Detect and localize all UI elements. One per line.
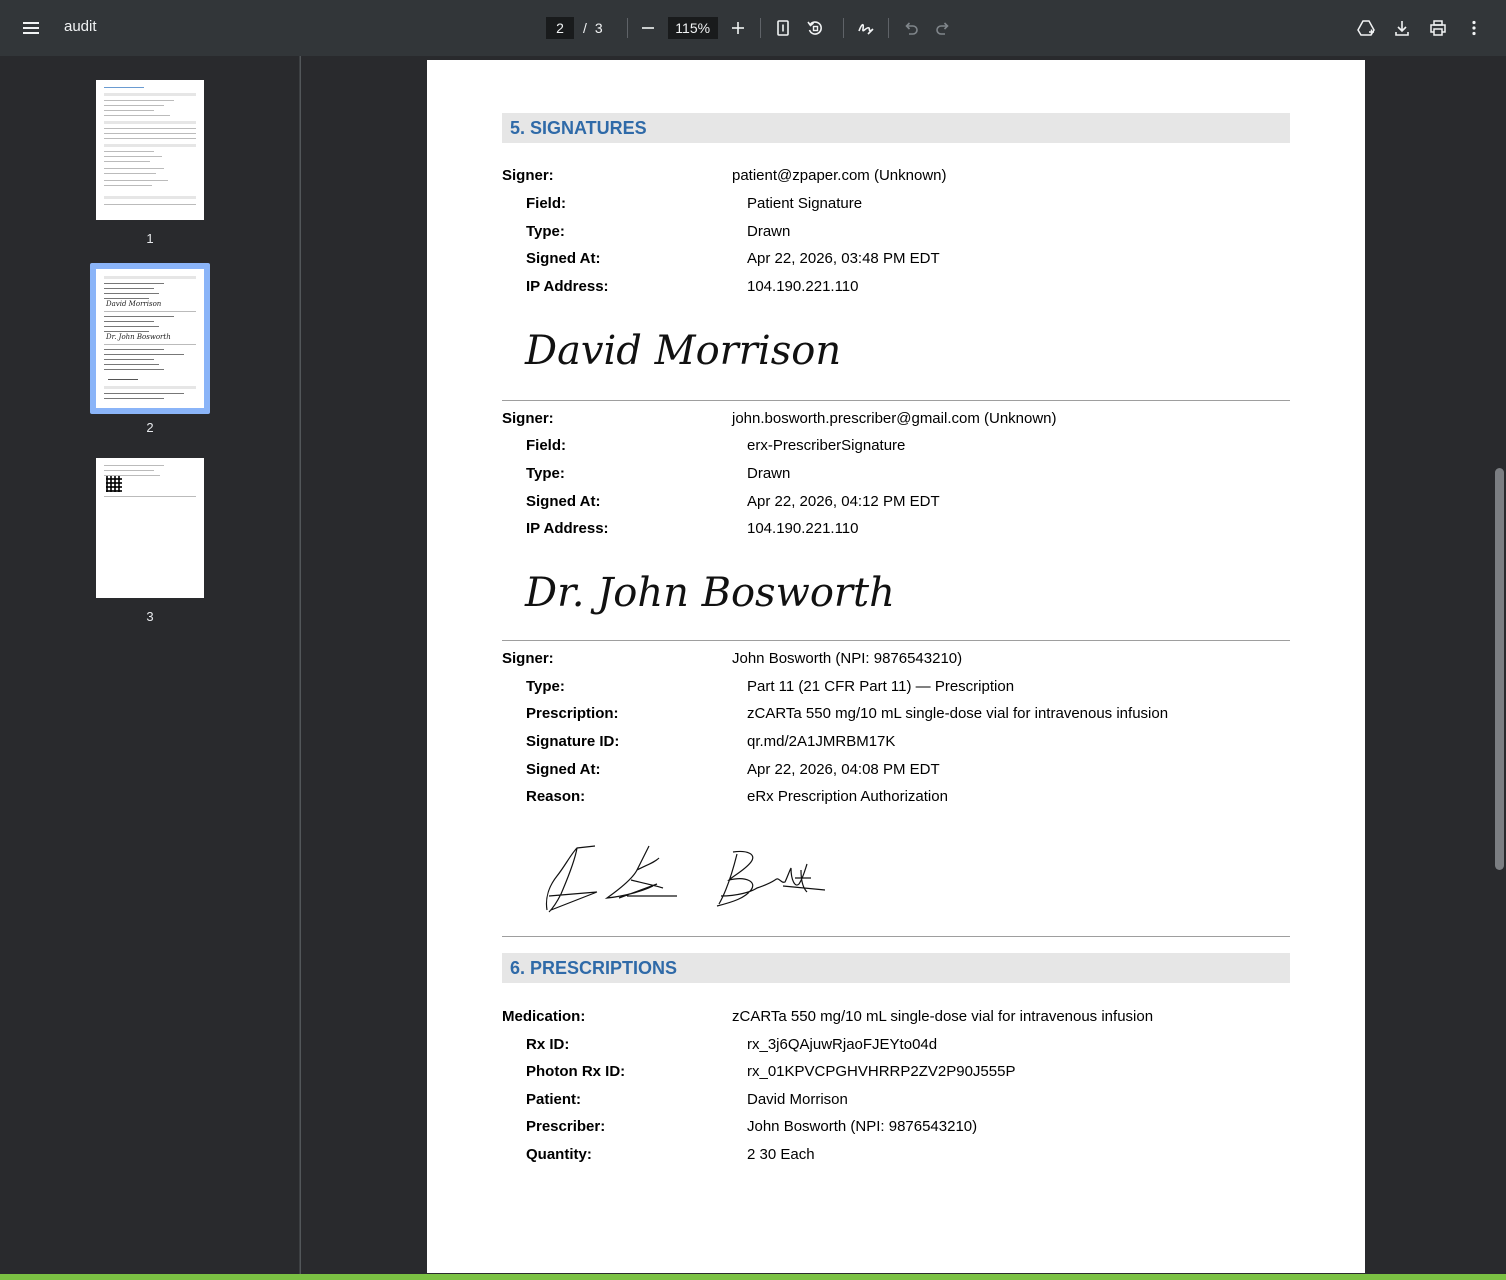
toolbar-divider [842, 18, 844, 38]
patient-signature-image: David Morrison [525, 328, 842, 374]
ip-address-value: 104.190.221.110 [747, 520, 859, 537]
prescriber-label: Prescriber: [526, 1118, 606, 1135]
thumb-signature-1: David Morrison [106, 300, 162, 308]
type-label: Type: [526, 678, 565, 695]
prescriptions-heading: 6. PRESCRIPTIONS [502, 953, 1290, 983]
scrollbar-thumb[interactable] [1495, 468, 1504, 870]
thumbnail-label-2: 2 [146, 420, 154, 435]
type-label: Type: [526, 465, 565, 482]
signer-label: Signer: [502, 410, 554, 427]
quantity-label: Quantity: [526, 1146, 592, 1163]
handwritten-signature-image [545, 845, 826, 913]
ip-address-label: IP Address: [526, 520, 609, 537]
signer-value: John Bosworth (NPI: 9876543210) [732, 650, 963, 667]
more-options-icon[interactable] [1460, 14, 1488, 42]
thumb-signature-2: Dr. John Bosworth [106, 333, 171, 341]
field-label: Field: [526, 437, 566, 454]
reason-label: Reason: [526, 788, 586, 805]
signed-at-value: Apr 22, 2026, 03:48 PM EDT [747, 250, 940, 267]
photon-rx-id-label: Photon Rx ID: [526, 1063, 626, 1080]
divider [502, 936, 1290, 937]
document-title: audit [64, 18, 97, 35]
signed-at-value: Apr 22, 2026, 04:12 PM EDT [747, 493, 940, 510]
type-value: Part 11 (21 CFR Part 11) — Prescription [747, 678, 1015, 695]
fit-page-icon[interactable] [769, 14, 797, 42]
rotate-icon[interactable] [801, 14, 829, 42]
divider [502, 640, 1290, 641]
field-value: Patient Signature [747, 195, 863, 212]
signed-at-label: Signed At: [526, 761, 601, 778]
page-thumbnail-3[interactable] [96, 458, 204, 598]
signer-value: patient@zpaper.com (Unknown) [732, 167, 947, 184]
bottom-accent-bar [0, 1274, 1506, 1280]
page-thumbnail-2[interactable]: David Morrison Dr. John Bosworth [96, 269, 204, 408]
drive-add-icon[interactable] [1352, 14, 1380, 42]
signed-at-label: Signed At: [526, 493, 601, 510]
signer-label: Signer: [502, 167, 554, 184]
prescription-value: zCARTa 550 mg/10 mL single-dose vial for… [747, 705, 1169, 722]
download-icon[interactable] [1388, 14, 1416, 42]
type-value: Drawn [747, 465, 791, 482]
print-icon[interactable] [1424, 14, 1452, 42]
type-value: Drawn [747, 223, 791, 240]
prescriber-value: John Bosworth (NPI: 9876543210) [747, 1118, 978, 1135]
rx-id-value: rx_3j6QAjuwRjaoFJEYto04d [747, 1036, 938, 1053]
signer-value: john.bosworth.prescriber@gmail.com (Unkn… [732, 410, 1057, 427]
patient-value: David Morrison [747, 1091, 848, 1108]
signer-label: Signer: [502, 650, 554, 667]
toolbar-center: / 3 [546, 14, 957, 42]
menu-icon[interactable] [19, 16, 43, 40]
draw-icon[interactable] [852, 14, 880, 42]
toolbar-divider [759, 18, 761, 38]
undo-icon[interactable] [897, 14, 925, 42]
ip-address-label: IP Address: [526, 278, 609, 295]
field-label: Field: [526, 195, 566, 212]
toolbar-divider [887, 18, 889, 38]
thumb-qr-code [106, 476, 122, 492]
page-thumbnail-1[interactable] [96, 80, 204, 220]
reason-value: eRx Prescription Authorization [747, 788, 948, 805]
zoom-out-icon[interactable] [634, 14, 662, 42]
type-label: Type: [526, 223, 565, 240]
page-total: 3 [594, 20, 603, 36]
quantity-value: 2 30 Each [747, 1146, 815, 1163]
page-separator: / [583, 20, 587, 36]
signed-at-value: Apr 22, 2026, 04:08 PM EDT [747, 761, 940, 778]
thumbnail-label-3: 3 [146, 609, 154, 624]
pdf-page-2: 5. SIGNATURES Signer: patient@zpaper.com… [427, 60, 1365, 1273]
signature-id-value: qr.md/2A1JMRBM17K [747, 733, 896, 750]
field-value: erx-PrescriberSignature [747, 437, 906, 454]
photon-rx-id-value: rx_01KPVCPGHVHRRP2ZV2P90J555P [747, 1063, 1016, 1080]
signatures-heading: 5. SIGNATURES [502, 113, 1290, 143]
scrollbar[interactable] [1492, 56, 1506, 1280]
divider [502, 400, 1290, 401]
medication-label: Medication: [502, 1008, 586, 1025]
zoom-in-icon[interactable] [724, 14, 752, 42]
ip-address-value: 104.190.221.110 [747, 278, 859, 295]
redo-icon[interactable] [929, 14, 957, 42]
zoom-level-input[interactable] [667, 17, 718, 39]
prescription-label: Prescription: [526, 705, 619, 722]
prescriber-signature-image: Dr. John Bosworth [525, 570, 895, 616]
document-viewer[interactable]: 5. SIGNATURES Signer: patient@zpaper.com… [301, 56, 1506, 1280]
signature-id-label: Signature ID: [526, 733, 620, 750]
medication-value: zCARTa 550 mg/10 mL single-dose vial for… [732, 1008, 1154, 1025]
page-number-input[interactable] [546, 17, 574, 39]
rx-id-label: Rx ID: [526, 1036, 570, 1053]
thumbnail-label-1: 1 [146, 231, 154, 246]
toolbar-divider [626, 18, 628, 38]
signed-at-label: Signed At: [526, 250, 601, 267]
thumbnail-sidebar: 1 David Morrison Dr. John Bosworth 2 3 [0, 56, 300, 1280]
pdf-toolbar: audit / 3 [0, 0, 1506, 56]
patient-label: Patient: [526, 1091, 582, 1108]
